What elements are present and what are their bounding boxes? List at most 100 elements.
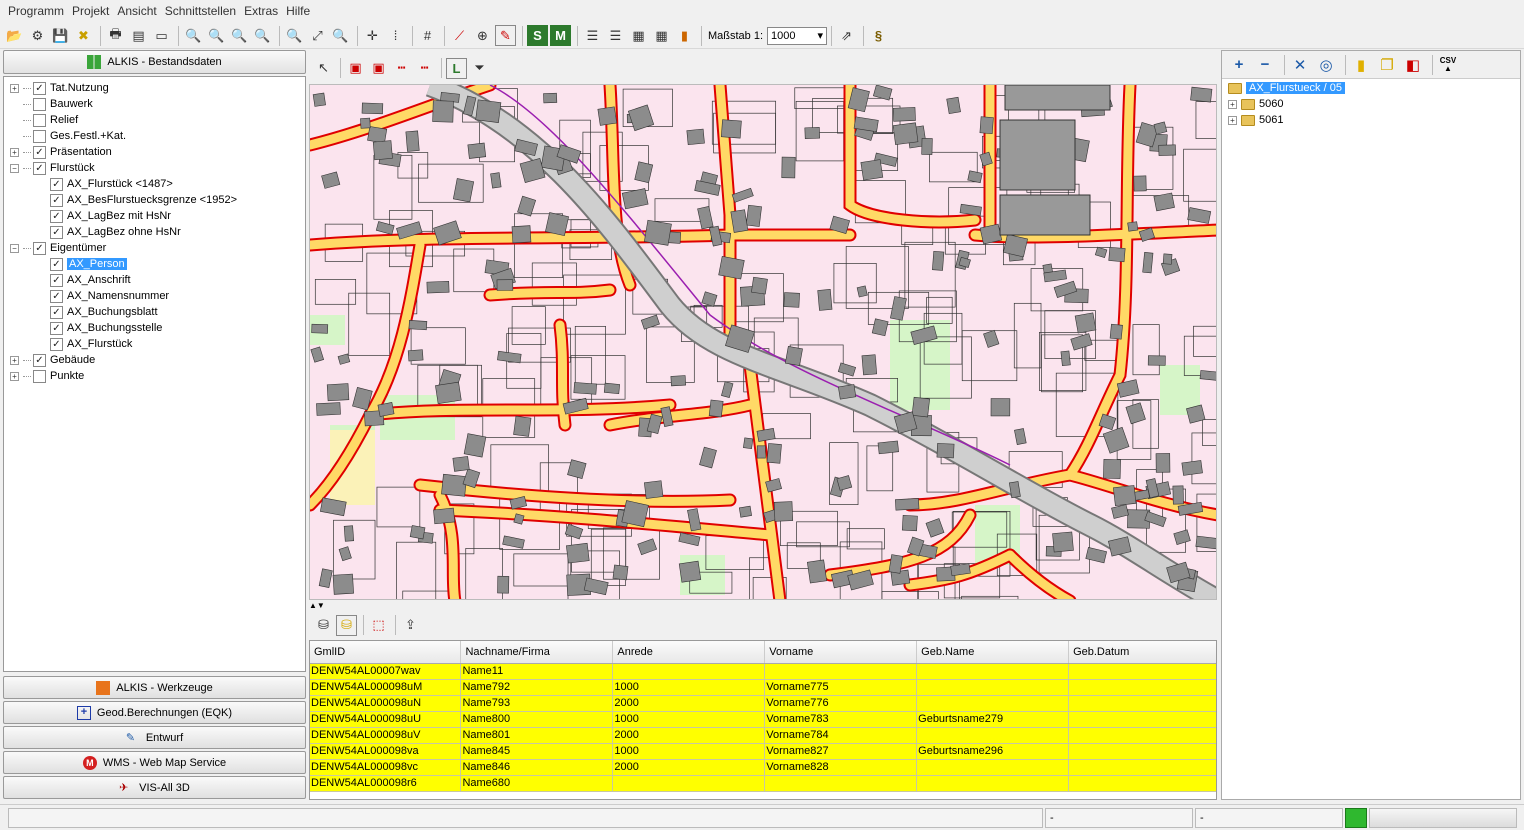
open-folder-icon[interactable]: 📂 <box>4 25 25 46</box>
layer-checkbox[interactable]: ✓ <box>33 241 46 255</box>
layer-checkbox[interactable]: ✓ <box>33 81 46 95</box>
entwurf-button[interactable]: ✎ Entwurf <box>3 726 306 749</box>
layer-l-icon[interactable]: L <box>446 57 467 79</box>
layer-checkbox[interactable]: ✓ <box>50 225 63 239</box>
vis-all-3d-button[interactable]: ✈ VIS-All 3D <box>3 776 306 799</box>
select-line-icon[interactable]: ┅ <box>391 58 412 79</box>
tree-item[interactable]: + ✓ Präsentation <box>4 144 305 160</box>
expand-icon[interactable]: + <box>10 371 19 381</box>
filter-icon[interactable]: ⏷ <box>469 58 490 79</box>
tree-item[interactable]: ✓ AX_Buchungsstelle <box>4 320 305 336</box>
upload-icon[interactable]: ⇪ <box>400 615 421 636</box>
tree-item[interactable]: ✓ AX_BesFlurstuecksgrenze <1952> <box>4 192 305 208</box>
table-icon[interactable]: ▦ <box>628 25 649 46</box>
menu-hilfe[interactable]: Hilfe <box>282 4 314 18</box>
table-row[interactable]: DENW54AL000098uU Name800 1000 Vorname783 Geb… <box>310 711 1216 728</box>
table-cell[interactable]: Geburtsname279 <box>916 711 1070 728</box>
table-cell[interactable] <box>1068 679 1216 696</box>
expand-icon[interactable]: + <box>1228 99 1237 109</box>
add-point-icon[interactable]: ✛ <box>362 25 383 46</box>
layer-checkbox[interactable]: ✓ <box>50 337 63 351</box>
table-cell[interactable]: DENW54AL000098uN <box>310 695 462 712</box>
map-svg[interactable] <box>310 85 1217 600</box>
menu-projekt[interactable]: Projekt <box>68 4 113 18</box>
table-cell[interactable]: DENW54AL000098r6 <box>310 775 462 792</box>
table-cell[interactable]: Name11 <box>460 663 614 680</box>
select-highlight-icon[interactable]: ⬚ <box>368 615 389 636</box>
zoom-select-icon[interactable]: 🔍 <box>330 25 351 46</box>
table-cell[interactable]: 2000 <box>612 759 766 776</box>
select-rect-icon[interactable]: ▣ <box>345 58 366 79</box>
table-cell[interactable]: Name846 <box>460 759 614 776</box>
list-icon[interactable]: ☰ <box>582 25 603 46</box>
layer-checkbox[interactable]: ✓ <box>33 145 46 159</box>
menu-extras[interactable]: Extras <box>240 4 282 18</box>
table-cell[interactable] <box>916 663 1070 680</box>
layer-checkbox[interactable]: ✓ <box>50 321 63 335</box>
snap-center-icon[interactable]: ⊕ <box>472 25 493 46</box>
table-cell[interactable] <box>916 775 1070 792</box>
wms-button[interactable]: M WMS - Web Map Service <box>3 751 306 774</box>
flurstueck-tree-item[interactable]: +5061 <box>1222 112 1520 128</box>
zoom-previous-icon[interactable]: 🔍 <box>252 25 273 46</box>
select-line-remove-icon[interactable]: ┅ <box>414 58 435 79</box>
splitter-arrows[interactable]: ▲▼ <box>309 601 1217 611</box>
table-cell[interactable] <box>916 679 1070 696</box>
flurstueck-tree-item[interactable]: +5060 <box>1222 96 1520 112</box>
s-layer-icon[interactable]: S <box>527 25 548 46</box>
table-cell[interactable] <box>1068 775 1216 792</box>
database-yellow-icon[interactable]: ⛁ <box>336 614 357 636</box>
menu-ansicht[interactable]: Ansicht <box>113 4 160 18</box>
table-cell[interactable]: Vorname828 <box>764 759 918 776</box>
table-cell[interactable] <box>764 663 918 680</box>
column-header-vorname[interactable]: Vorname <box>764 641 918 664</box>
csv-export-icon[interactable]: CSV ▲ <box>1437 54 1459 76</box>
table-cell[interactable]: DENW54AL000098uU <box>310 711 462 728</box>
tree-item[interactable]: ✓ AX_Flurstück <box>4 336 305 352</box>
table-cell[interactable]: Name680 <box>460 775 614 792</box>
table-row[interactable]: DENW54AL000098va Name845 1000 Vorname827 Geb… <box>310 743 1216 760</box>
tree-item[interactable]: Relief <box>4 112 305 128</box>
table-cell[interactable]: Name801 <box>460 727 614 744</box>
close-circle-icon[interactable]: ✖ <box>73 25 94 46</box>
zoom-in-icon[interactable]: 🔍 <box>183 25 204 46</box>
add-icon[interactable]: + <box>1228 54 1250 76</box>
table-color-icon[interactable]: ▦ <box>651 25 672 46</box>
chart-bars-icon[interactable]: ▮ <box>674 25 695 46</box>
table-cell[interactable] <box>1068 759 1216 776</box>
table-cell[interactable]: Vorname827 <box>764 743 918 760</box>
table-cell[interactable] <box>1068 695 1216 712</box>
expand-icon[interactable]: + <box>10 147 19 157</box>
tree-item[interactable]: + ✓ Tat.Nutzung <box>4 80 305 96</box>
table-cell[interactable]: DENW54AL000098va <box>310 743 462 760</box>
tree-item[interactable]: ✓ AX_Namensnummer <box>4 288 305 304</box>
table-cell[interactable]: 1000 <box>612 743 766 760</box>
table-cell[interactable]: DENW54AL000098uV <box>310 727 462 744</box>
marker-icon[interactable]: ▮ <box>1350 54 1372 76</box>
collapse-icon[interactable]: − <box>10 163 19 173</box>
tree-item[interactable]: ✓ AX_Flurstück <1487> <box>4 176 305 192</box>
delete-x-icon[interactable]: ✕ <box>1289 54 1311 76</box>
save-icon[interactable]: 💾 <box>50 25 71 46</box>
layer-checkbox[interactable]: ✓ <box>33 161 46 175</box>
folder-tree-icon[interactable]: ❐ <box>1376 54 1398 76</box>
export-icon[interactable]: ⇗ <box>836 25 857 46</box>
layer-checkbox[interactable]: ✓ <box>50 273 63 287</box>
grid-hash-icon[interactable]: # <box>417 25 438 46</box>
tree-item[interactable]: ✓ AX_LagBez mit HsNr <box>4 208 305 224</box>
table-row[interactable]: DENW54AL000098vc Name846 2000 Vorname828 <box>310 759 1216 776</box>
tree-item[interactable]: ✓ AX_Person <box>4 256 305 272</box>
table-row[interactable]: DENW54AL000098uV Name801 2000 Vorname784 <box>310 727 1216 744</box>
layer-checkbox[interactable] <box>33 129 46 143</box>
zoom-extents-icon[interactable]: ⤢ <box>307 25 328 46</box>
menu-schnittstellen[interactable]: Schnittstellen <box>161 4 240 18</box>
table-cell[interactable] <box>1068 727 1216 744</box>
table-row[interactable]: DENW54AL000098r6 Name680 <box>310 775 1216 792</box>
select-arrow-icon[interactable]: ↖ <box>313 58 334 79</box>
printer-setup-icon[interactable]: ▭ <box>151 25 172 46</box>
tree-item[interactable]: + Punkte <box>4 368 305 384</box>
table-cell[interactable]: DENW54AL000098vc <box>310 759 462 776</box>
expand-icon[interactable]: + <box>1228 115 1237 125</box>
menu-programm[interactable]: Programm <box>4 4 68 18</box>
tree-item[interactable]: ✓ AX_LagBez ohne HsNr <box>4 224 305 240</box>
